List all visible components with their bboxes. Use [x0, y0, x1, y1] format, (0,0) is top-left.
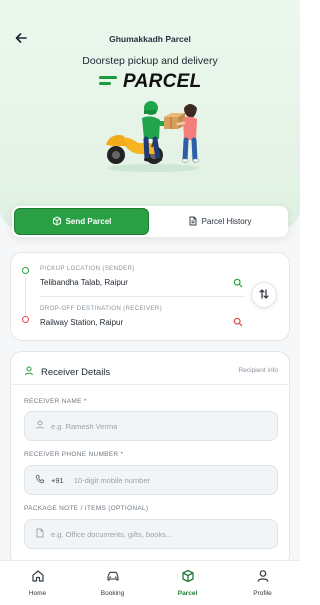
search-icon	[233, 276, 243, 291]
receiver-details-header: Receiver Details Recipient info	[24, 364, 278, 380]
nav-parcel-label: Parcel	[177, 590, 198, 597]
document-icon	[188, 216, 198, 228]
recipient-info-label: Recipient info	[238, 367, 278, 374]
parcel-brand: PARCEL	[99, 70, 203, 92]
route-line	[25, 277, 26, 315]
receiver-name-placeholder: e.g. Ramesh Verma	[51, 421, 118, 431]
location-card: PICKUP LOCATION (SENDER) Telibandha Tala…	[10, 252, 290, 341]
package-note-label: PACKAGE NOTE / ITEMS (OPTIONAL)	[24, 505, 149, 512]
brand-word: PARCEL	[123, 70, 202, 92]
nav-home[interactable]: Home	[0, 561, 75, 605]
dropoff-search-button[interactable]	[231, 315, 245, 329]
speed-lines-icon	[99, 75, 119, 87]
rider-graphic	[142, 101, 169, 162]
receiver-details-card: Receiver Details Recipient info RECEIVER…	[10, 351, 291, 567]
dropoff-location-value[interactable]: Railway Station, Raipur	[40, 318, 123, 327]
person-icon	[35, 420, 47, 432]
tab-parcel-history-label: Parcel History	[201, 217, 252, 226]
note-icon	[35, 528, 47, 540]
page-tagline: Doorstep pickup and delivery	[82, 55, 218, 67]
swap-vertical-icon	[258, 288, 270, 303]
swap-locations-button[interactable]	[251, 282, 277, 308]
profile-icon	[256, 569, 270, 588]
country-code: +91	[51, 475, 64, 485]
pickup-label: PICKUP LOCATION (SENDER)	[40, 265, 135, 272]
receiver-header-divider	[11, 384, 291, 385]
pickup-location-value[interactable]: Telibandha Talab, Raipur	[40, 278, 128, 287]
parcel-box-graphic	[164, 113, 185, 129]
dropoff-marker	[22, 316, 29, 323]
package-note-input[interactable]: e.g. Office documents, gifts, books...	[24, 519, 278, 549]
customer-graphic	[176, 104, 200, 163]
home-icon	[31, 569, 45, 588]
delivery-illustration	[98, 96, 208, 174]
receiver-phone-input[interactable]: +91 10-digit mobile number	[24, 465, 278, 495]
person-icon	[24, 363, 34, 381]
parcel-screen: Ghumakkadh Parcel Doorstep pickup and de…	[0, 0, 300, 605]
search-icon	[233, 315, 243, 330]
nav-parcel[interactable]: Parcel	[150, 561, 225, 605]
phone-icon	[35, 474, 47, 486]
tab-send-parcel-label: Send Parcel	[65, 217, 112, 226]
receiver-name-label: RECEIVER NAME *	[24, 398, 87, 405]
dropoff-label: DROP-OFF DESTINATION (RECEIVER)	[40, 305, 162, 312]
bottom-navigation: Home Booking Parcel Profile	[0, 560, 300, 605]
tab-parcel-history[interactable]: Parcel History	[153, 208, 286, 235]
receiver-details-title: Receiver Details	[41, 366, 111, 378]
nav-booking-label: Booking	[100, 590, 125, 597]
location-divider	[40, 296, 245, 297]
app-title: Ghumakkadh Parcel	[109, 34, 191, 44]
package-icon	[181, 569, 195, 588]
pickup-marker	[22, 267, 29, 274]
receiver-phone-label: RECEIVER PHONE NUMBER *	[24, 451, 124, 458]
receiver-name-input[interactable]: e.g. Ramesh Verma	[24, 411, 278, 441]
nav-home-label: Home	[28, 590, 47, 597]
package-icon	[52, 215, 62, 228]
receiver-phone-placeholder: 10-digit mobile number	[73, 475, 151, 485]
nav-profile-label: Profile	[253, 590, 272, 597]
pickup-search-button[interactable]	[231, 276, 245, 290]
nav-booking[interactable]: Booking	[75, 561, 150, 605]
package-note-placeholder: e.g. Office documents, gifts, books...	[51, 529, 173, 539]
car-icon	[106, 569, 120, 588]
tab-send-parcel[interactable]: Send Parcel	[14, 208, 149, 235]
nav-profile[interactable]: Profile	[225, 561, 300, 605]
parcel-tabs: Send Parcel Parcel History	[12, 206, 288, 237]
